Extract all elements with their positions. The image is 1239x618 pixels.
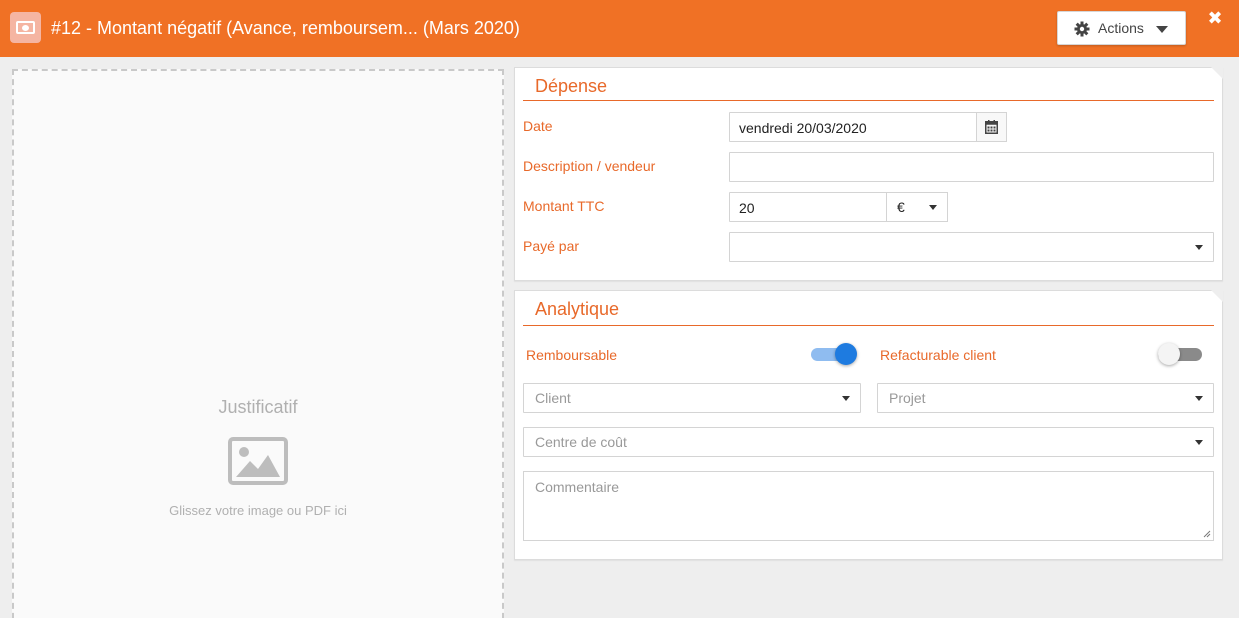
description-input[interactable] bbox=[729, 152, 1214, 182]
remboursable-toggle[interactable] bbox=[811, 343, 857, 365]
amount-input[interactable]: 20 bbox=[729, 192, 887, 222]
dropzone-hint: Glissez votre image ou PDF ici bbox=[169, 503, 347, 518]
description-label: Description / vendeur bbox=[523, 158, 656, 174]
header-bar: #12 - Montant négatif (Avance, rembourse… bbox=[0, 0, 1239, 57]
page-title: #12 - Montant négatif (Avance, rembourse… bbox=[51, 18, 520, 38]
currency-select[interactable]: € bbox=[886, 192, 948, 222]
centre-cout-placeholder: Centre de coût bbox=[535, 434, 627, 450]
remboursable-label: Remboursable bbox=[526, 347, 618, 363]
centre-cout-select[interactable]: Centre de coût bbox=[523, 427, 1214, 457]
refacturable-toggle[interactable] bbox=[1158, 343, 1204, 365]
projet-select[interactable]: Projet bbox=[877, 383, 1214, 413]
gear-icon bbox=[1074, 21, 1090, 37]
calendar-button[interactable] bbox=[976, 112, 1007, 142]
amount-label: Montant TTC bbox=[523, 198, 605, 214]
actions-button[interactable]: Actions bbox=[1057, 11, 1186, 45]
amount-value: 20 bbox=[739, 200, 755, 216]
analytique-divider bbox=[523, 325, 1214, 326]
depense-divider bbox=[523, 100, 1214, 101]
close-icon[interactable]: ✖ bbox=[1206, 9, 1224, 27]
calendar-icon bbox=[985, 120, 998, 134]
commentaire-placeholder: Commentaire bbox=[535, 479, 620, 495]
date-value: vendredi 20/03/2020 bbox=[739, 120, 867, 136]
caret-down-icon bbox=[842, 396, 850, 401]
currency-value: € bbox=[897, 199, 905, 215]
depense-title: Dépense bbox=[535, 76, 608, 96]
caret-down-icon bbox=[1156, 26, 1168, 33]
analytique-title: Analytique bbox=[535, 299, 620, 319]
date-input[interactable]: vendredi 20/03/2020 bbox=[729, 112, 977, 142]
paid-by-label: Payé par bbox=[523, 238, 580, 254]
caret-down-icon bbox=[1195, 245, 1203, 250]
client-placeholder: Client bbox=[535, 390, 571, 406]
banknote-icon bbox=[10, 12, 41, 43]
caret-down-icon bbox=[1195, 440, 1203, 445]
refacturable-label: Refacturable client bbox=[880, 347, 996, 363]
projet-placeholder: Projet bbox=[889, 390, 926, 406]
caret-down-icon bbox=[1195, 396, 1203, 401]
resize-grip-icon[interactable] bbox=[1203, 530, 1211, 538]
attachment-dropzone[interactable]: Justificatif Glissez votre image ou PDF … bbox=[12, 69, 504, 618]
caret-down-icon bbox=[929, 205, 937, 210]
date-label: Date bbox=[523, 118, 553, 134]
commentaire-textarea[interactable]: Commentaire bbox=[523, 471, 1214, 541]
paid-by-select[interactable] bbox=[729, 232, 1214, 262]
dropzone-title: Justificatif bbox=[218, 397, 298, 417]
image-icon bbox=[228, 437, 288, 485]
client-select[interactable]: Client bbox=[523, 383, 861, 413]
actions-button-label: Actions bbox=[1098, 20, 1144, 36]
